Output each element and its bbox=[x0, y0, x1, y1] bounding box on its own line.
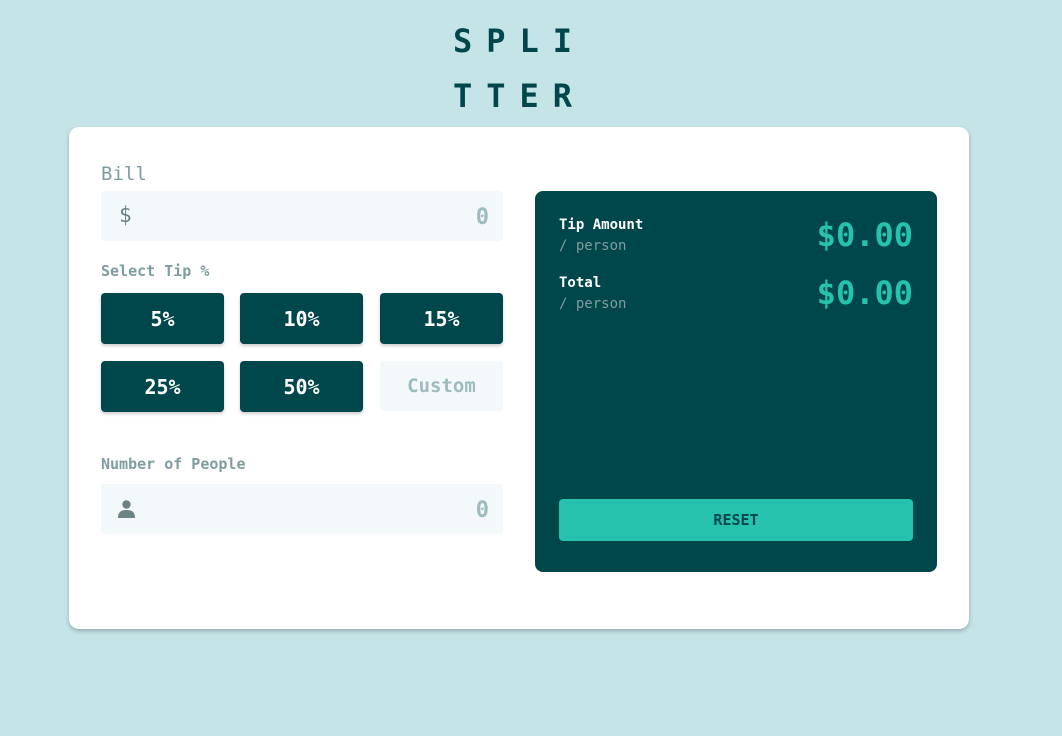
logo-line-1: SPLI bbox=[453, 22, 587, 60]
results-panel: Tip Amount / person $0.00 Total / person… bbox=[535, 191, 937, 572]
total-per-person: / person bbox=[559, 296, 627, 312]
person-icon bbox=[118, 500, 135, 518]
tip-amount-label: Tip Amount bbox=[559, 217, 644, 233]
bill-input[interactable] bbox=[189, 203, 489, 231]
bill-field[interactable]: $ bbox=[101, 191, 503, 241]
app-logo: SPLI TTER bbox=[453, 14, 613, 124]
total-label: Total bbox=[559, 275, 602, 291]
bill-label: Bill bbox=[101, 163, 147, 185]
dollar-icon: $ bbox=[119, 203, 132, 227]
logo-line-2: TTER bbox=[453, 77, 587, 115]
tip-amount-value: $0.00 bbox=[816, 216, 913, 254]
tip-button-50[interactable]: 50% bbox=[240, 361, 363, 412]
tip-button-5[interactable]: 5% bbox=[101, 293, 224, 344]
people-input[interactable] bbox=[189, 496, 489, 524]
calculator-card: Bill $ Select Tip % 5% 10% 15% 25% 50% N… bbox=[69, 127, 969, 629]
tip-button-15[interactable]: 15% bbox=[380, 293, 503, 344]
total-value: $0.00 bbox=[816, 274, 913, 312]
reset-button[interactable]: RESET bbox=[559, 499, 913, 541]
tip-button-10[interactable]: 10% bbox=[240, 293, 363, 344]
number-of-people-label: Number of People bbox=[101, 455, 246, 473]
people-field[interactable] bbox=[101, 484, 503, 534]
tip-button-25[interactable]: 25% bbox=[101, 361, 224, 412]
custom-tip-input[interactable] bbox=[380, 361, 503, 411]
tip-amount-per-person: / person bbox=[559, 238, 627, 254]
select-tip-label: Select Tip % bbox=[101, 262, 210, 280]
